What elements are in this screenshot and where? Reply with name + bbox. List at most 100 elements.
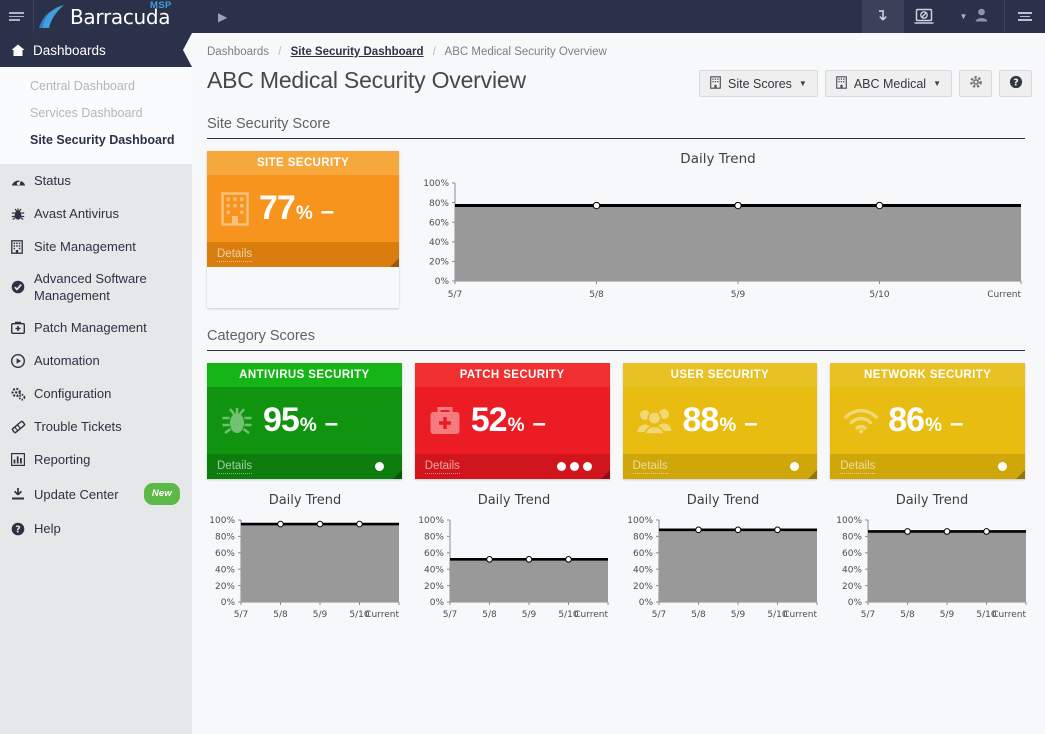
svg-text:5/7: 5/7 <box>448 290 462 300</box>
antivirus-security-card[interactable]: ANTIVIRUS SECURITY 95% – Details <box>207 363 402 479</box>
card-title: NETWORK SECURITY <box>830 363 1025 387</box>
active-pointer <box>183 33 192 67</box>
sidebar-item-status[interactable]: Status <box>0 164 192 197</box>
status-dot <box>569 462 579 471</box>
resize-corner <box>390 258 399 267</box>
status-dot <box>582 462 592 471</box>
chart-title: Daily Trend <box>268 493 342 508</box>
svg-text:60%: 60% <box>842 549 862 559</box>
user-account-menu[interactable]: ▼ <box>944 0 1004 33</box>
sidebar-item-advanced-software-management[interactable]: Advanced Software Management <box>0 263 192 311</box>
details-link[interactable]: Details <box>840 459 876 474</box>
sidebar-item-site-management[interactable]: Site Management <box>0 230 192 263</box>
user-daily-trend-chart: Daily Trend 0% 20% 40% 60% 80% 100% 5/7 5/8 5/9 5… <box>625 493 821 627</box>
svg-text:40%: 40% <box>842 565 862 575</box>
section-title-category-scores: Category Scores <box>207 328 1025 351</box>
sidebar-subitem-central-dashboard[interactable]: Central Dashboard <box>0 73 192 100</box>
breadcrumb-separator: / <box>432 46 436 58</box>
app-menu-button[interactable] <box>1004 0 1045 33</box>
svg-text:40%: 40% <box>215 565 235 575</box>
sidebar-navigation: Dashboards Central Dashboard Services Da… <box>0 33 192 734</box>
sidebar-subitem-site-security-dashboard[interactable]: Site Security Dashboard <box>0 127 192 154</box>
chart-canvas: 0%20%40%60%80%100%5/75/85/95/10Current <box>627 516 818 620</box>
sidebar-item-trouble-tickets[interactable]: Trouble Tickets <box>0 410 192 443</box>
card-footer: Details <box>414 454 610 479</box>
sidebar-item-label: Help <box>34 521 61 536</box>
chart-title: Daily Trend <box>477 493 551 508</box>
status-dots <box>790 462 807 471</box>
details-link[interactable]: Details <box>632 459 668 474</box>
breadcrumb-root[interactable]: Dashboards <box>207 46 269 58</box>
patch-security-card[interactable]: PATCH SECURITY 52% – Details <box>414 363 610 479</box>
svg-text:40%: 40% <box>429 238 449 248</box>
sidebar-item-avast-antivirus[interactable]: Avast Antivirus <box>0 197 192 230</box>
gear-icon <box>969 75 983 92</box>
svg-text:5/8: 5/8 <box>273 610 288 620</box>
help-button[interactable]: ? <box>999 70 1032 97</box>
sidebar-item-help[interactable]: ? Help <box>0 512 192 545</box>
score-number: 86 <box>888 401 925 439</box>
downloads-button[interactable] <box>862 0 903 33</box>
svg-text:100%: 100% <box>418 516 444 526</box>
sidebar-item-update-center[interactable]: Update Center New <box>0 476 192 512</box>
status-dot <box>556 462 566 471</box>
sidebar-item-label: Reporting <box>34 452 91 467</box>
svg-text:5/7: 5/7 <box>652 610 666 620</box>
settings-button[interactable] <box>959 70 992 97</box>
site-scores-dropdown[interactable]: Site Scores ▼ <box>698 70 818 97</box>
svg-text:Current: Current <box>992 610 1026 620</box>
card-title: PATCH SECURITY <box>414 363 610 387</box>
svg-text:0%: 0% <box>430 598 445 608</box>
breadcrumb-link[interactable]: Site Security Dashboard <box>291 46 424 58</box>
site-daily-trend-chart: Daily Trend 0% 20% 40% 60% 80% 100% 5/7 5/8 5/9 5… <box>411 151 1025 308</box>
remote-control-button[interactable] <box>903 0 944 33</box>
status-dot <box>790 462 800 471</box>
firstaid-icon <box>11 321 34 334</box>
category-cards-row: ANTIVIRUS SECURITY 95% – Details PATCH SE <box>192 351 1045 479</box>
score-number: 52 <box>470 401 508 439</box>
svg-text:100%: 100% <box>627 516 653 526</box>
svg-text:80%: 80% <box>633 533 653 543</box>
svg-text:20%: 20% <box>429 258 449 268</box>
bug-icon <box>11 207 34 221</box>
site-security-card[interactable]: SITE SECURITY 77% – Details <box>207 151 399 308</box>
sidebar-item-reporting[interactable]: Reporting <box>0 443 192 476</box>
details-link[interactable]: Details <box>217 459 253 474</box>
sidebar-item-automation[interactable]: Automation <box>0 344 192 377</box>
chart-title: Daily Trend <box>686 493 760 508</box>
card-body: 86% – <box>830 387 1025 454</box>
score-number: 95 <box>263 401 300 439</box>
sidebar-subitems: Central Dashboard Services Dashboard Sit… <box>0 67 192 164</box>
svg-text:80%: 80% <box>842 533 862 543</box>
resize-corner <box>1016 470 1025 479</box>
resize-corner <box>808 470 818 479</box>
network-security-card[interactable]: NETWORK SECURITY 86% – Details <box>830 363 1025 479</box>
page-header-row: ABC Medical Security Overview Site Score… <box>192 58 1045 97</box>
percent-sign: % <box>295 203 313 224</box>
brand-logo[interactable]: Barracuda MSP <box>33 0 193 33</box>
svg-text:5/7: 5/7 <box>234 610 248 620</box>
sidebar-item-configuration[interactable]: Configuration <box>0 377 192 410</box>
svg-text:60%: 60% <box>215 549 235 559</box>
card-body: 88% – <box>622 387 818 454</box>
wifi-icon <box>844 408 878 434</box>
card-footer: Details <box>207 454 402 479</box>
svg-text:Current: Current <box>783 610 817 620</box>
users-icon <box>637 407 673 435</box>
sidebar-item-patch-management[interactable]: Patch Management <box>0 311 192 344</box>
svg-text:?: ? <box>1013 77 1019 88</box>
svg-text:20%: 20% <box>215 582 235 592</box>
user-security-card[interactable]: USER SECURITY 88% – Details <box>622 363 818 479</box>
card-body: 77% – <box>207 175 399 242</box>
sidebar-expander-icon[interactable]: ▶ <box>218 10 227 24</box>
main-menu-toggle[interactable] <box>0 0 33 33</box>
customer-dropdown[interactable]: ABC Medical ▼ <box>824 70 952 97</box>
sidebar-subitem-services-dashboard[interactable]: Services Dashboard <box>0 100 192 127</box>
card-footer: Details <box>622 454 818 479</box>
details-link[interactable]: Details <box>424 459 460 474</box>
details-link[interactable]: Details <box>217 247 253 262</box>
card-title: USER SECURITY <box>622 363 818 387</box>
sidebar-item-dashboards[interactable]: Dashboards <box>0 33 192 67</box>
sidebar-item-label: Configuration <box>34 386 112 401</box>
status-dots <box>374 462 392 471</box>
